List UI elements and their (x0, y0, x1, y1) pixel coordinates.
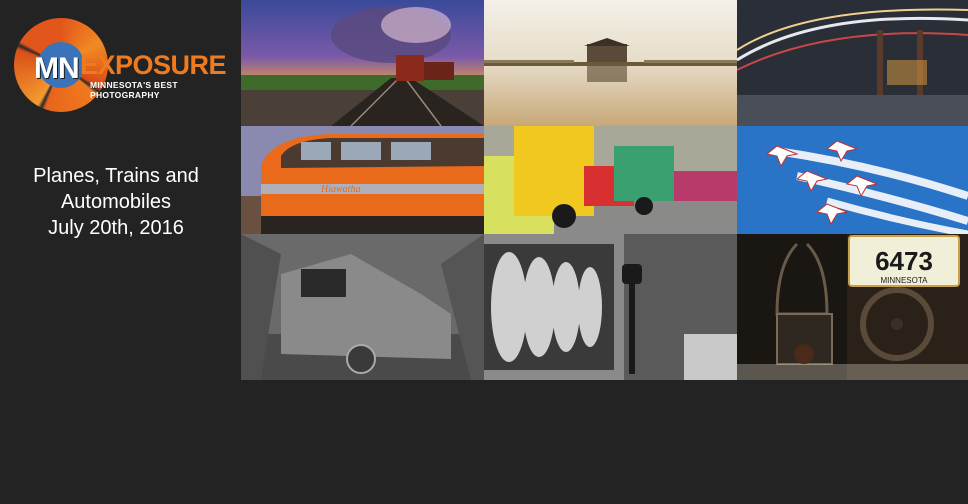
photo-tanker-cars (484, 234, 737, 380)
mn-exposure-logo: MN EXPOSURE MINNESOTA'S BEST PHOTOGRAPHY (12, 16, 238, 116)
photo-grid: Hiawatha 6473 MINNESOTA (241, 0, 968, 380)
license-plate-state: MINNESOTA (881, 276, 929, 285)
photo-train-tracks-sunset (241, 0, 484, 126)
photo-abandoned-truck (241, 234, 484, 380)
train-sign-text: Hiawatha (320, 184, 360, 195)
logo-mn-text: MN (34, 52, 80, 85)
photo-light-trails-bridge (737, 0, 968, 126)
license-plate-number: 6473 (875, 246, 933, 276)
photo-reflection-building (484, 0, 737, 126)
title-line-1: Planes, Trains and (33, 165, 199, 187)
event-date: July 20th, 2016 (48, 217, 184, 239)
title-line-2: Automobiles (60, 191, 172, 213)
logo-tagline: MINNESOTA'S BEST PHOTOGRAPHY (90, 80, 178, 100)
photo-classic-cars (484, 126, 737, 234)
photo-vintage-car-plate: 6473 MINNESOTA (737, 234, 968, 380)
event-title: Planes, Trains and Automobiles July 20th… (0, 163, 232, 241)
photo-jets-formation (737, 126, 968, 234)
logo-exposure-text: EXPOSURE (80, 50, 227, 80)
photo-hiawatha-train: Hiawatha (241, 126, 484, 234)
